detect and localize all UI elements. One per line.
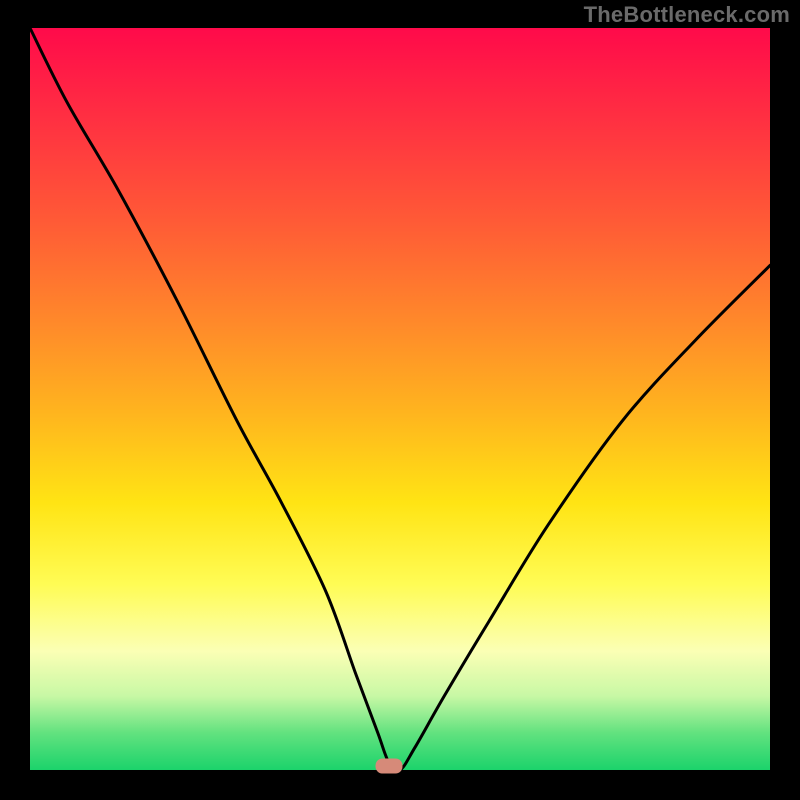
plot-area xyxy=(30,28,770,770)
chart-frame: TheBottleneck.com xyxy=(0,0,800,800)
optimal-marker xyxy=(375,759,402,774)
bottleneck-curve xyxy=(30,28,770,770)
watermark-text: TheBottleneck.com xyxy=(584,2,790,28)
